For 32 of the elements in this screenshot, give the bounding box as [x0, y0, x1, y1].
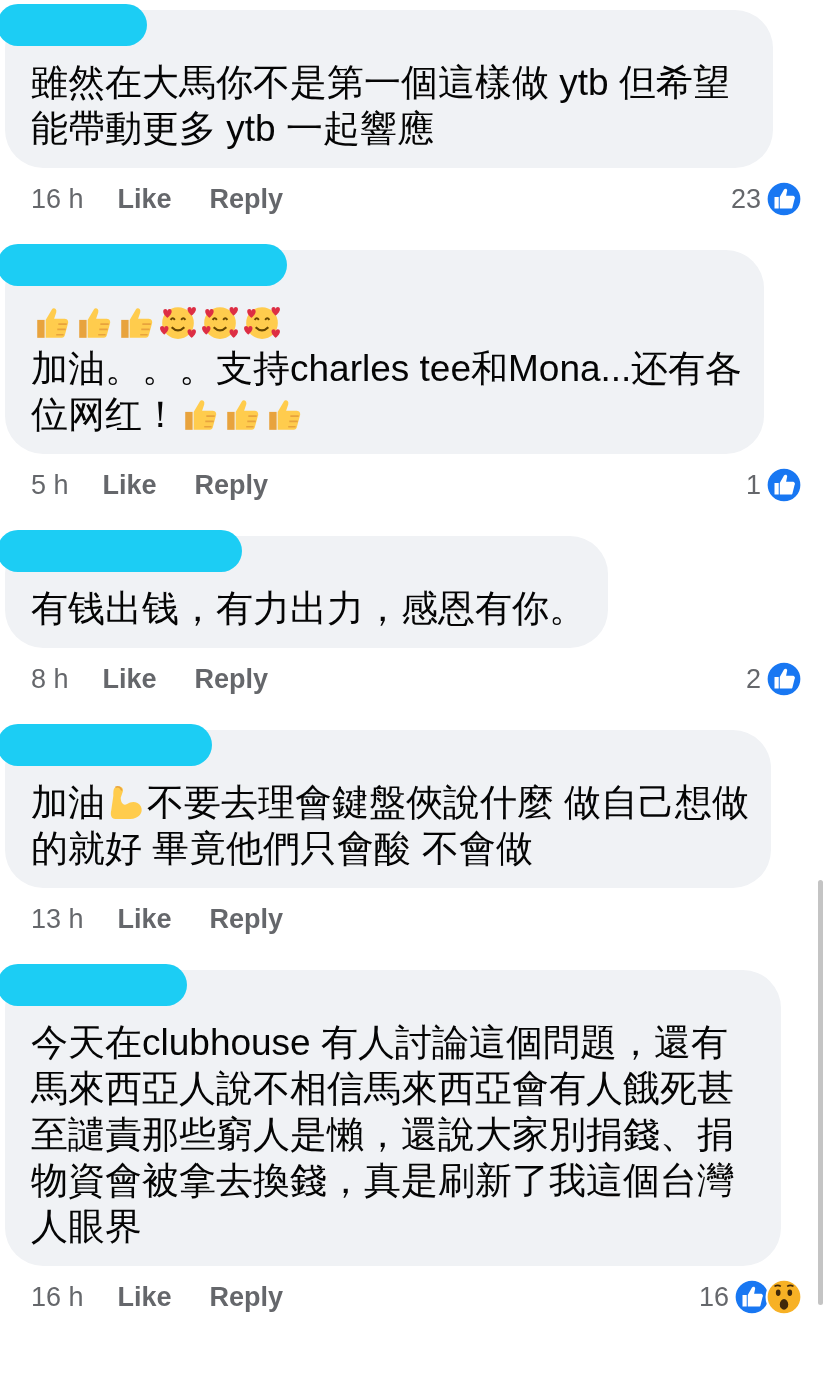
reply-link[interactable]: Reply	[209, 183, 284, 215]
reply-link[interactable]: Reply	[209, 903, 284, 935]
reply-link[interactable]: Reply	[194, 663, 269, 695]
scrollbar[interactable]	[818, 880, 823, 1305]
comment-text: 加油	[31, 782, 105, 823]
like-reaction-icon	[765, 660, 803, 698]
comment-text: 加油。。。支持charles tee和Mona...还有各	[31, 348, 743, 389]
comment-time: 16 h	[31, 1281, 84, 1313]
comment-text: 位网红！	[31, 394, 179, 435]
comment-text: 有钱出钱，有力出力，感恩有你。	[31, 588, 586, 629]
comment-time: 13 h	[31, 903, 84, 935]
like-reaction-icon	[765, 466, 803, 504]
like-link[interactable]: Like	[117, 1281, 172, 1313]
reaction-count: 2	[745, 663, 761, 695]
like-link[interactable]: Like	[117, 903, 172, 935]
comment-text: 今天在clubhouse 有人討論這個問題，還有馬來西亞人說不相信馬來西亞會有人餓死甚至譴責那些窮人是懶，還說大家別捐錢、捐物資會被拿去換錢，真是刷新了我這個台灣人眼界	[31, 1022, 734, 1247]
like-link[interactable]: Like	[117, 183, 172, 215]
reply-link[interactable]: Reply	[194, 469, 269, 501]
reaction-count: 23	[730, 183, 761, 215]
comment-text: 雖然在大馬你不是第一個這樣做 ytb 但希望能帶動更多 ytb 一起響應	[31, 62, 730, 149]
wow-reaction-icon	[765, 1278, 803, 1316]
reaction-count: 1	[745, 469, 761, 501]
reaction-count: 16	[698, 1281, 729, 1313]
like-reaction-icon	[765, 180, 803, 218]
like-link[interactable]: Like	[102, 663, 157, 695]
comment-text: 不要去理會鍵盤俠說什麼 做自己想做	[147, 782, 750, 823]
like-link[interactable]: Like	[102, 469, 157, 501]
reply-link[interactable]: Reply	[209, 1281, 284, 1313]
comment-time: 5 h	[31, 469, 69, 501]
comment-time: 8 h	[31, 663, 69, 695]
comment-time: 16 h	[31, 183, 84, 215]
comment-text: 的就好 畢竟他們只會酸 不會做	[31, 828, 533, 869]
